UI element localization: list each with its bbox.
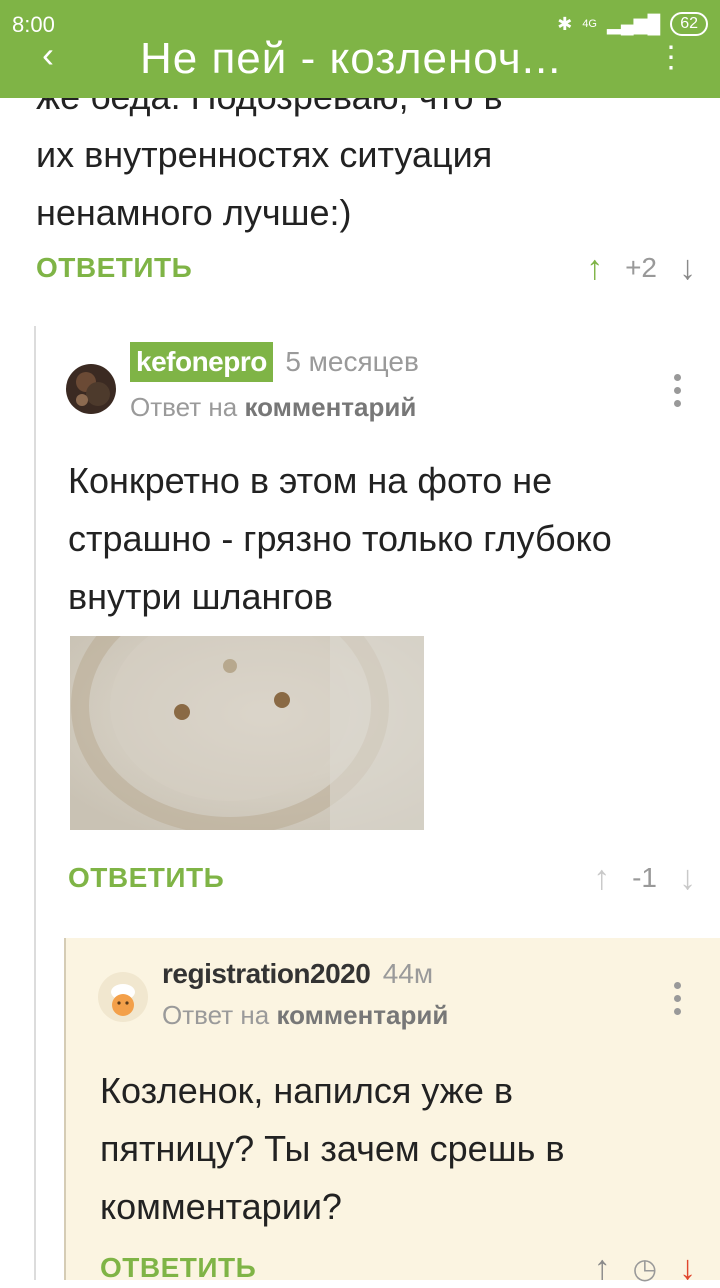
comment-menu-icon[interactable] <box>674 374 682 407</box>
reply-to-prefix: Ответ на <box>130 392 238 422</box>
comment-time: 44м <box>382 958 434 989</box>
author-name[interactable]: registration2020 <box>162 958 371 989</box>
upvote-icon[interactable]: ↑ <box>586 249 603 288</box>
reply-button[interactable]: ОТВЕТИТЬ <box>36 252 192 284</box>
vote-count: +2 <box>625 252 657 283</box>
comment-header: kefonepro 5 месяцев Ответ на комментарий <box>130 342 419 423</box>
comment-body: Козленок, напился уже в пятницу? Ты заче… <box>100 1070 565 1227</box>
network-label: 4G <box>582 18 597 30</box>
status-icons: ✱ 4G ▂▄▆█ 62 <box>557 12 708 36</box>
comment-actions: ОТВЕТИТЬ ↑ -1 ↓ <box>68 858 696 898</box>
app-bar: 8:00 ✱ 4G ▂▄▆█ 62 ‹ Не пей - козленоч...… <box>0 0 720 98</box>
reply-to: Ответ на комментарий <box>162 1000 448 1031</box>
reply-to-link[interactable]: комментарий <box>276 1000 448 1030</box>
reply-to: Ответ на комментарий <box>130 392 419 423</box>
upvote-icon[interactable]: ↑ <box>594 1249 611 1288</box>
downvote-icon[interactable]: ↓ <box>679 859 696 898</box>
previous-comment-text-main: их внутренностях ситуация ненамного лучш… <box>36 134 493 233</box>
page-title: Не пей - козленоч... <box>140 34 562 83</box>
vote-count: -1 <box>632 862 657 893</box>
vote-controls: ↑ +2 ↓ <box>586 249 696 288</box>
battery-indicator: 62 <box>670 12 708 36</box>
vote-controls: ↑ ◷ ↓ <box>594 1249 696 1288</box>
avatar[interactable] <box>98 972 148 1022</box>
reply-to-prefix: Ответ на <box>162 1000 270 1030</box>
comment-time: 5 месяцев <box>285 346 419 377</box>
reply-button[interactable]: ОТВЕТИТЬ <box>100 1252 256 1284</box>
avatar[interactable] <box>66 364 116 414</box>
reply-to-link[interactable]: комментарий <box>244 392 416 422</box>
previous-comment-actions: ОТВЕТИТЬ ↑ +2 ↓ <box>36 248 696 288</box>
back-button[interactable]: ‹ <box>42 34 54 76</box>
overflow-menu-button[interactable]: ⋮ <box>656 40 686 75</box>
downvote-icon[interactable]: ↓ <box>679 1249 696 1288</box>
comment-menu-icon[interactable] <box>674 982 682 1015</box>
author-name[interactable]: kefonepro <box>130 342 273 382</box>
comment-body: Конкретно в этом на фото не страшно - гр… <box>68 460 612 617</box>
comment-actions: ОТВЕТИТЬ ↑ ◷ ↓ <box>100 1248 696 1288</box>
upvote-icon[interactable]: ↑ <box>593 859 610 898</box>
bluetooth-icon: ✱ <box>557 13 573 34</box>
thread-line <box>34 326 36 1280</box>
comment-header: registration2020 44м Ответ на комментари… <box>162 958 448 1031</box>
downvote-icon[interactable]: ↓ <box>679 249 696 288</box>
vote-controls: ↑ -1 ↓ <box>593 859 696 898</box>
comment-photo[interactable] <box>70 636 424 830</box>
reply-button[interactable]: ОТВЕТИТЬ <box>68 862 224 894</box>
signal-icon: ▂▄▆█ <box>607 13 661 34</box>
